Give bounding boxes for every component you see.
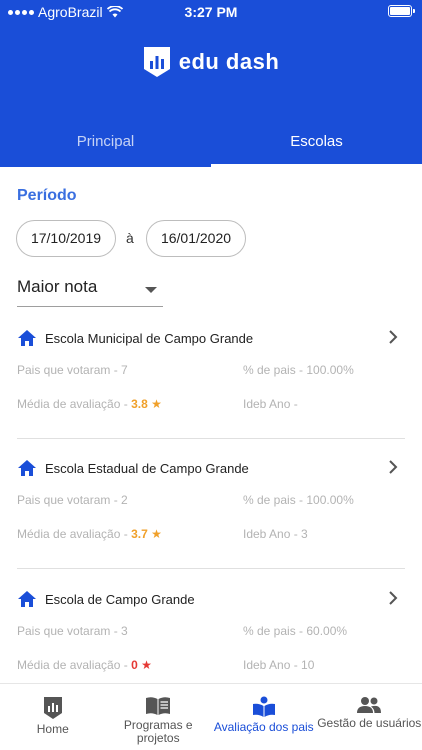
divider bbox=[17, 568, 405, 569]
school-card[interactable]: Escola Estadual de Campo Grande Pais que… bbox=[17, 456, 405, 568]
date-separator: à bbox=[126, 230, 134, 246]
parents-voted: Pais que votaram - 2 bbox=[17, 493, 128, 507]
ideb-year: Ideb Ano - bbox=[243, 397, 298, 411]
dropdown-arrow-icon bbox=[145, 287, 157, 293]
book-icon bbox=[146, 697, 171, 715]
nav-gestao-label: Gestão de usuários bbox=[317, 716, 422, 730]
nav-home-label: Home bbox=[36, 722, 69, 736]
end-date-field[interactable]: 16/01/2020 bbox=[146, 220, 246, 257]
nav-home[interactable]: Home bbox=[0, 684, 106, 750]
bottom-navigation: Home Programas e projetos Avaliação dos … bbox=[0, 683, 422, 750]
status-time: 3:27 PM bbox=[184, 4, 238, 20]
average-rating: Média de avaliação - 0 ★ bbox=[17, 658, 152, 672]
app-name: edu dash bbox=[178, 49, 280, 74]
school-card[interactable]: Escola Municipal de Campo Grande Pais qu… bbox=[17, 326, 405, 438]
chevron-right-icon[interactable] bbox=[387, 328, 399, 346]
average-rating-value: 3.7 bbox=[131, 527, 148, 541]
average-rating: Média de avaliação - 3.7 ★ bbox=[17, 527, 162, 541]
battery-icon bbox=[388, 5, 415, 17]
nav-avaliacao[interactable]: Avaliação dos pais bbox=[211, 684, 317, 750]
tab-principal[interactable]: Principal bbox=[0, 118, 211, 167]
average-rating-value: 0 bbox=[131, 658, 138, 672]
nav-programas-label: Programas e projetos bbox=[123, 718, 193, 745]
school-house-icon bbox=[18, 591, 36, 607]
average-rating-label: Média de avaliação - bbox=[17, 397, 132, 411]
parents-percent: % de pais - 100.00% bbox=[243, 493, 354, 507]
parents-voted: Pais que votaram - 7 bbox=[17, 363, 128, 377]
ideb-year: Ideb Ano - 3 bbox=[243, 527, 308, 541]
average-rating: Média de avaliação - 3.8 ★ bbox=[17, 397, 162, 411]
average-rating-label: Média de avaliação - bbox=[17, 527, 132, 541]
app-header: AgroBrazil 3:27 PM edu dash Principal Es… bbox=[0, 0, 422, 167]
logo-shield-icon bbox=[143, 47, 170, 77]
nav-avaliacao-label: Avaliação dos pais bbox=[213, 720, 314, 734]
tab-escolas[interactable]: Escolas bbox=[211, 118, 422, 167]
parents-percent: % de pais - 100.00% bbox=[243, 363, 354, 377]
tab-bar: Principal Escolas bbox=[0, 118, 422, 167]
star-icon: ★ bbox=[141, 658, 152, 672]
star-icon: ★ bbox=[151, 397, 162, 411]
app-logo: edu dash bbox=[0, 46, 422, 78]
parents-voted: Pais que votaram - 3 bbox=[17, 624, 128, 638]
sort-select[interactable]: Maior nota bbox=[17, 277, 163, 307]
nav-programas[interactable]: Programas e projetos bbox=[106, 684, 212, 750]
reader-icon bbox=[252, 696, 275, 717]
users-icon bbox=[357, 697, 382, 713]
sort-select-value: Maior nota bbox=[17, 277, 98, 296]
school-name: Escola de Campo Grande bbox=[45, 591, 195, 607]
periodo-heading: Período bbox=[17, 187, 77, 204]
start-date-field[interactable]: 17/10/2019 bbox=[16, 220, 116, 257]
divider bbox=[17, 438, 405, 439]
average-rating-value: 3.8 bbox=[131, 397, 148, 411]
schools-content: Período 17/10/2019 à 16/01/2020 Maior no… bbox=[0, 167, 422, 683]
school-house-icon bbox=[18, 460, 36, 476]
parents-percent: % de pais - 60.00% bbox=[243, 624, 348, 638]
ideb-year: Ideb Ano - 10 bbox=[243, 658, 315, 672]
school-name: Escola Municipal de Campo Grande bbox=[45, 330, 254, 346]
chevron-right-icon[interactable] bbox=[387, 458, 399, 476]
status-bar: AgroBrazil 3:27 PM bbox=[0, 0, 422, 24]
home-chart-icon bbox=[43, 697, 62, 719]
chevron-right-icon[interactable] bbox=[387, 589, 399, 607]
star-icon: ★ bbox=[151, 527, 162, 541]
nav-gestao[interactable]: Gestão de usuários bbox=[317, 684, 422, 750]
average-rating-label: Média de avaliação - bbox=[17, 658, 132, 672]
school-card[interactable]: Escola de Campo Grande Pais que votaram … bbox=[17, 587, 405, 683]
school-name: Escola Estadual de Campo Grande bbox=[45, 460, 249, 476]
school-house-icon bbox=[18, 330, 36, 346]
